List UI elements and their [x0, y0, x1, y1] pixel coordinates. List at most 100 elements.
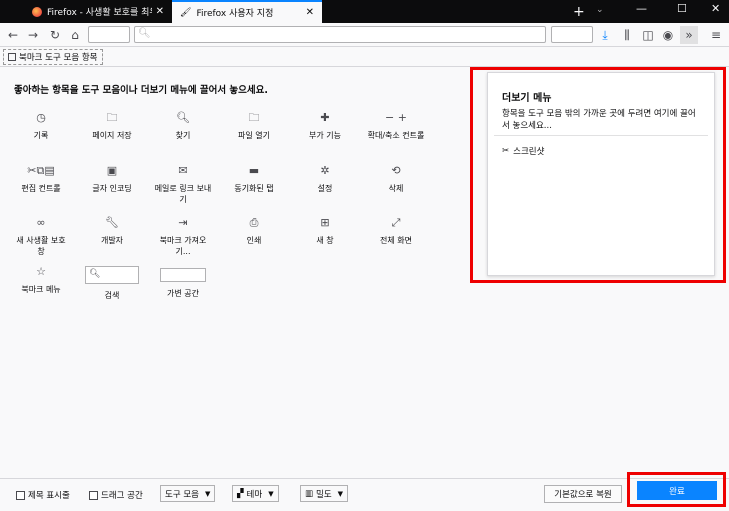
forward-arrow-icon[interactable]: → [24, 26, 42, 44]
checkbox-box[interactable] [16, 490, 25, 500]
palette-item[interactable]: 🗀 파일 열기 [225, 112, 283, 141]
themes-dropdown[interactable]: ▞ 테마 ▼ [232, 485, 279, 502]
palette-item[interactable]: ▬ 동기화된 탭 [225, 165, 283, 194]
palette-item[interactable]: ⤢ 전체 화면 [367, 217, 425, 246]
bookmarks-toolbar-items[interactable]: 북마크 도구 모음 항목 [3, 48, 103, 65]
palette-item-label: 부가 기능 [309, 131, 341, 140]
close-tab-icon[interactable]: ✕ [156, 6, 164, 17]
close-tab-icon[interactable]: ✕ [306, 7, 314, 18]
open-file-icon: 🗀 [248, 111, 260, 124]
flexible-space-box [160, 268, 206, 282]
palette-item[interactable]: ▣ 글자 인코딩 [83, 165, 141, 194]
overflow-chevron-icon[interactable]: » [680, 26, 698, 44]
density-icon: ▥ [305, 488, 314, 499]
new-tab-button[interactable]: + [573, 4, 585, 20]
tab-customize[interactable]: 🖌︎ Firefox 사용자 지정 ✕ [172, 0, 322, 23]
restore-defaults-button[interactable]: 기본값으로 복원 [544, 485, 622, 503]
checkbox-label: 제목 표시줄 [28, 491, 70, 501]
density-dropdown[interactable]: ▥ 밀도 ▼ [300, 485, 349, 502]
palette-item[interactable]: ⎙ 인쇄 [225, 217, 283, 246]
sidebar-icon[interactable]: ◫ [639, 26, 657, 44]
bookmarks-toolbar-label: 북마크 도구 모음 항목 [19, 52, 98, 63]
palette-item[interactable]: 🔍︎ 검색 [83, 266, 141, 301]
toolbars-dropdown[interactable]: 도구 모음 ▼ [160, 485, 216, 502]
zoom-icon: − + [385, 111, 407, 124]
home-icon[interactable]: ⌂ [66, 26, 84, 44]
back-arrow-icon[interactable]: ← [4, 26, 22, 44]
search-icon: 🔍︎ [89, 269, 101, 279]
minimize-button[interactable]: — [636, 2, 647, 15]
palette-item[interactable]: ✚ 부가 기능 [296, 112, 354, 141]
search-box-widget: 🔍︎ [85, 266, 139, 284]
maximize-button[interactable]: ☐ [677, 2, 687, 15]
edit-controls-icon: ✂⧉▤ [27, 164, 55, 177]
bookmarks-toolbar: 북마크 도구 모음 항목 [0, 47, 729, 67]
import-bookmarks-icon: ⇥ [178, 216, 188, 229]
palette-item-label: 파일 열기 [238, 131, 270, 140]
account-icon[interactable]: ◉ [659, 26, 677, 44]
palette-item[interactable]: ✲ 설정 [296, 165, 354, 194]
checkbox-box[interactable] [89, 490, 98, 500]
screenshot-icon: ✂ [502, 146, 510, 156]
tab-strip: Firefox - 사생활 보호를 최우선 ✕ 🖌︎ Firefox 사용자 지… [0, 0, 729, 23]
overflow-item-screenshot[interactable]: ✂ 스크린샷 [502, 145, 544, 157]
tab-firefox-privacy[interactable]: Firefox - 사생활 보호를 최우선 ✕ [24, 0, 172, 23]
url-bar[interactable]: 🔍︎ [134, 26, 546, 43]
palette-item[interactable]: ✂⧉▤ 편집 컨트롤 [12, 165, 70, 194]
encoding-icon: ▣ [106, 164, 118, 177]
palette-item-label: 설정 [317, 184, 333, 193]
gear-icon: ✲ [320, 164, 330, 177]
save-page-icon: 🗀 [106, 111, 118, 124]
fullscreen-icon: ⤢ [391, 216, 401, 229]
new-window-icon: ⊞ [320, 216, 330, 229]
palette-item[interactable]: 🔧︎ 개발자 [83, 217, 141, 246]
done-button[interactable]: 완료 [637, 481, 717, 500]
overflow-menu-panel[interactable]: 더보기 메뉴 항목을 도구 모음 밖의 가까운 곳에 두려면 여기에 끌어서 놓… [487, 72, 715, 276]
palette-item-label: 삭제 [388, 184, 404, 193]
palette-item-label: 메일로 링크 보내기 [154, 184, 212, 204]
list-all-tabs-button[interactable]: ⌄ [596, 5, 604, 15]
chevron-down-icon: ▼ [337, 489, 344, 498]
palette-item-label: 확대/축소 컨트롤 [367, 131, 425, 140]
spacer-widget[interactable] [88, 26, 130, 43]
puzzle-icon: ✚ [320, 111, 330, 124]
palette-item[interactable]: − + 확대/축소 컨트롤 [367, 112, 425, 141]
forget-icon: ⟲ [391, 164, 401, 177]
palette-item-label: 새 창 [316, 236, 334, 245]
palette-item[interactable]: ∞ 새 사생활 보호 창 [12, 217, 70, 257]
palette-item[interactable]: 🗀 페이지 저장 [83, 112, 141, 141]
palette-item[interactable]: ◷ 기록 [12, 112, 70, 141]
palette-item[interactable]: ⊞ 새 창 [296, 217, 354, 246]
dropdown-label: 테마 [246, 489, 263, 500]
palette-item-label: 편집 컨트롤 [21, 184, 61, 193]
search-icon: 🔍︎ [176, 111, 190, 124]
wrench-icon: 🔧︎ [105, 216, 119, 229]
chevron-down-icon: ▼ [268, 489, 274, 498]
bookmark-icon [8, 52, 16, 61]
drag-space-checkbox[interactable]: 드래그 공간 [89, 489, 143, 501]
library-icon[interactable]: ⫼ [618, 26, 636, 44]
hamburger-menu-icon[interactable]: ≡ [707, 26, 725, 44]
palette-item[interactable]: ✉ 메일로 링크 보내기 [154, 165, 212, 205]
palette-item-label: 북마크 메뉴 [21, 285, 61, 294]
dropdown-label: 밀도 [316, 489, 332, 500]
window-close-button[interactable]: ✕ [711, 2, 720, 15]
dropdown-label: 도구 모음 [165, 489, 199, 500]
palette-item[interactable]: ☆ 북마크 메뉴 [12, 266, 70, 295]
mail-icon: ✉ [178, 164, 188, 177]
palette-item-label: 검색 [104, 291, 120, 300]
palette-item[interactable]: 가변 공간 [154, 266, 212, 299]
palette-item-label: 가변 공간 [167, 289, 199, 298]
title-bar-checkbox[interactable]: 제목 표시줄 [16, 489, 70, 501]
palette-item[interactable]: ⟲ 삭제 [367, 165, 425, 194]
reload-icon[interactable]: ↻ [46, 26, 64, 44]
spacer-widget[interactable] [551, 26, 593, 43]
tab-title: Firefox 사용자 지정 [196, 9, 274, 19]
palette-item[interactable]: ⇥ 북마크 가져오기... [154, 217, 212, 257]
brush-icon: 🖌︎ [180, 7, 192, 18]
palette-item-label: 새 사생활 보호 창 [16, 236, 66, 256]
overflow-item-label: 스크린샷 [513, 147, 545, 157]
palette-item-label: 동기화된 탭 [234, 184, 274, 193]
download-icon[interactable]: ⤓ [596, 26, 614, 44]
palette-item[interactable]: 🔍︎ 찾기 [154, 112, 212, 141]
